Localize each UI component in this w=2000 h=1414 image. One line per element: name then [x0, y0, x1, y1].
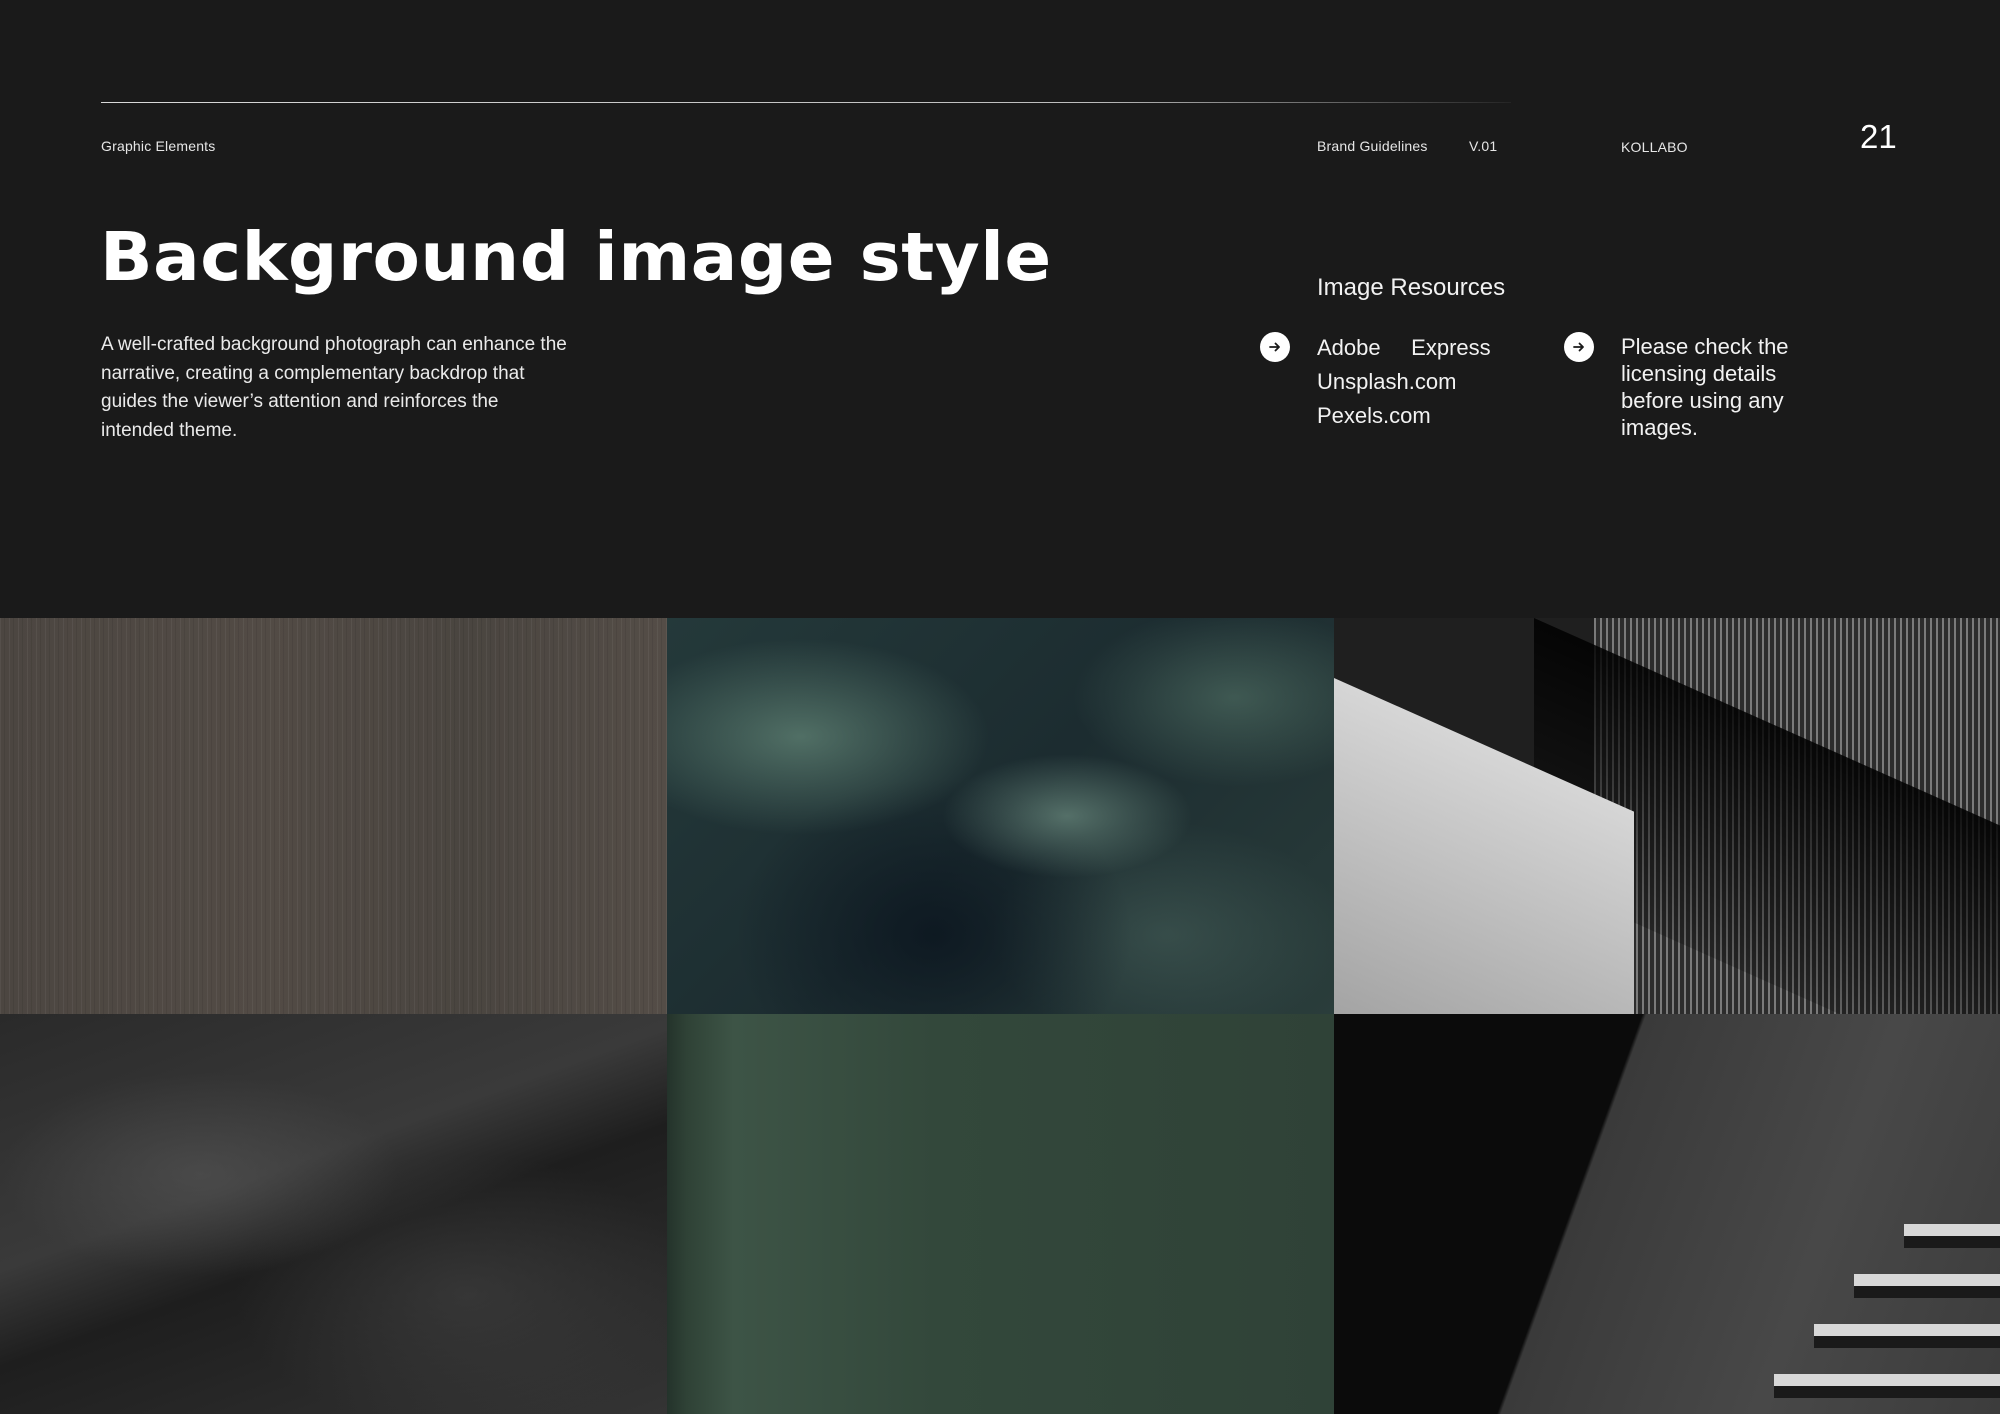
page-title: Background image style — [100, 218, 1052, 296]
resource-link-unsplash[interactable]: Unsplash.com — [1317, 365, 1491, 399]
wood-texture-image — [0, 618, 667, 1014]
arrow-right-circle-icon — [1260, 332, 1290, 362]
dark-stone-texture-image — [0, 1014, 667, 1414]
company-label: KOLLABO — [1621, 139, 1688, 155]
resource-link-adobe-express[interactable]: Adobe Express — [1317, 331, 1491, 365]
version-label: V.01 — [1469, 138, 1498, 154]
intro-paragraph: A well-crafted background photograph can… — [101, 334, 567, 441]
section-label: Graphic Elements — [101, 138, 216, 154]
concrete-staircase-image — [1334, 1014, 2000, 1414]
green-marble-texture-image — [667, 618, 1334, 1014]
document-label: Brand Guidelines — [1317, 138, 1428, 154]
resource-list: Adobe Express Unsplash.com Pexels.com — [1317, 331, 1491, 433]
green-wall-image — [667, 1014, 1334, 1414]
licensing-notice: Please check the licensing details befor… — [1621, 334, 1789, 440]
image-resources-heading: Image Resources — [1317, 274, 1506, 301]
arrow-right-circle-icon — [1564, 332, 1594, 362]
ribbed-architecture-image — [1334, 618, 2000, 1014]
page-number: 21 — [1860, 118, 1897, 155]
header-divider — [101, 102, 1511, 103]
resource-link-pexels[interactable]: Pexels.com — [1317, 399, 1491, 433]
